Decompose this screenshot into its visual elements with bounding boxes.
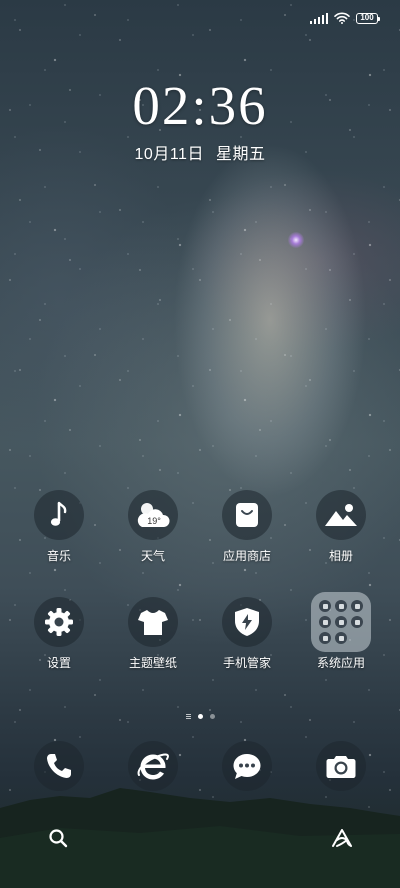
shopping-bag-icon [222,490,272,540]
app-label: 主题壁纸 [128,656,177,670]
battery-icon: 100 [356,12,380,24]
dock-camera[interactable] [316,741,366,791]
signal-bars-icon [310,12,328,24]
music-note-icon [34,490,84,540]
app-weather[interactable]: 19° 天气 [105,490,201,564]
weather-cloud-icon: 19° [128,490,178,540]
app-music[interactable]: 音乐 [11,490,107,564]
app-label: 系统应用 [316,656,365,670]
mountain-photo-icon [316,490,366,540]
app-label: 应用商店 [222,549,271,563]
app-label: 音乐 [46,549,71,563]
clock-time[interactable]: 02:36 [0,76,400,136]
app-themes[interactable]: 主题壁纸 [105,597,201,671]
date-text: 10月11日 [134,146,204,163]
shield-bolt-icon [222,597,272,647]
app-settings[interactable]: 设置 [11,597,107,671]
dock-phone[interactable] [34,741,84,791]
search-icon[interactable] [46,826,70,850]
assistant-icon[interactable] [330,826,354,850]
wifi-icon [334,12,350,24]
weather-temp: 19° [147,516,161,526]
page-dot [209,714,215,719]
app-label: 手机管家 [222,656,271,670]
page-indicator[interactable] [0,714,400,719]
app-label: 相册 [328,549,353,563]
app-label: 天气 [140,549,165,563]
browser-e-icon [137,753,169,780]
gear-icon [34,597,84,647]
tshirt-icon [128,597,178,647]
folder-system-apps[interactable]: 系统应用 [293,592,389,671]
battery-level: 100 [360,13,374,22]
camera-icon [326,756,356,778]
folder-icon [311,592,371,652]
app-phone-manager[interactable]: 手机管家 [199,597,295,671]
chat-bubble-icon [233,754,261,779]
page-list-icon [185,714,191,719]
dock-browser[interactable] [128,741,178,791]
dock-messages[interactable] [222,741,272,791]
app-store[interactable]: 应用商店 [199,490,295,564]
wallpaper-bright-star [288,232,304,248]
weekday-text: 星期五 [215,146,266,163]
page-dot-active [197,714,203,719]
phone-icon [47,754,71,778]
app-label: 设置 [46,656,71,670]
status-bar: 100 [310,10,380,26]
app-gallery[interactable]: 相册 [293,490,389,564]
clock-date[interactable]: 10月11日 星期五 [0,140,400,164]
